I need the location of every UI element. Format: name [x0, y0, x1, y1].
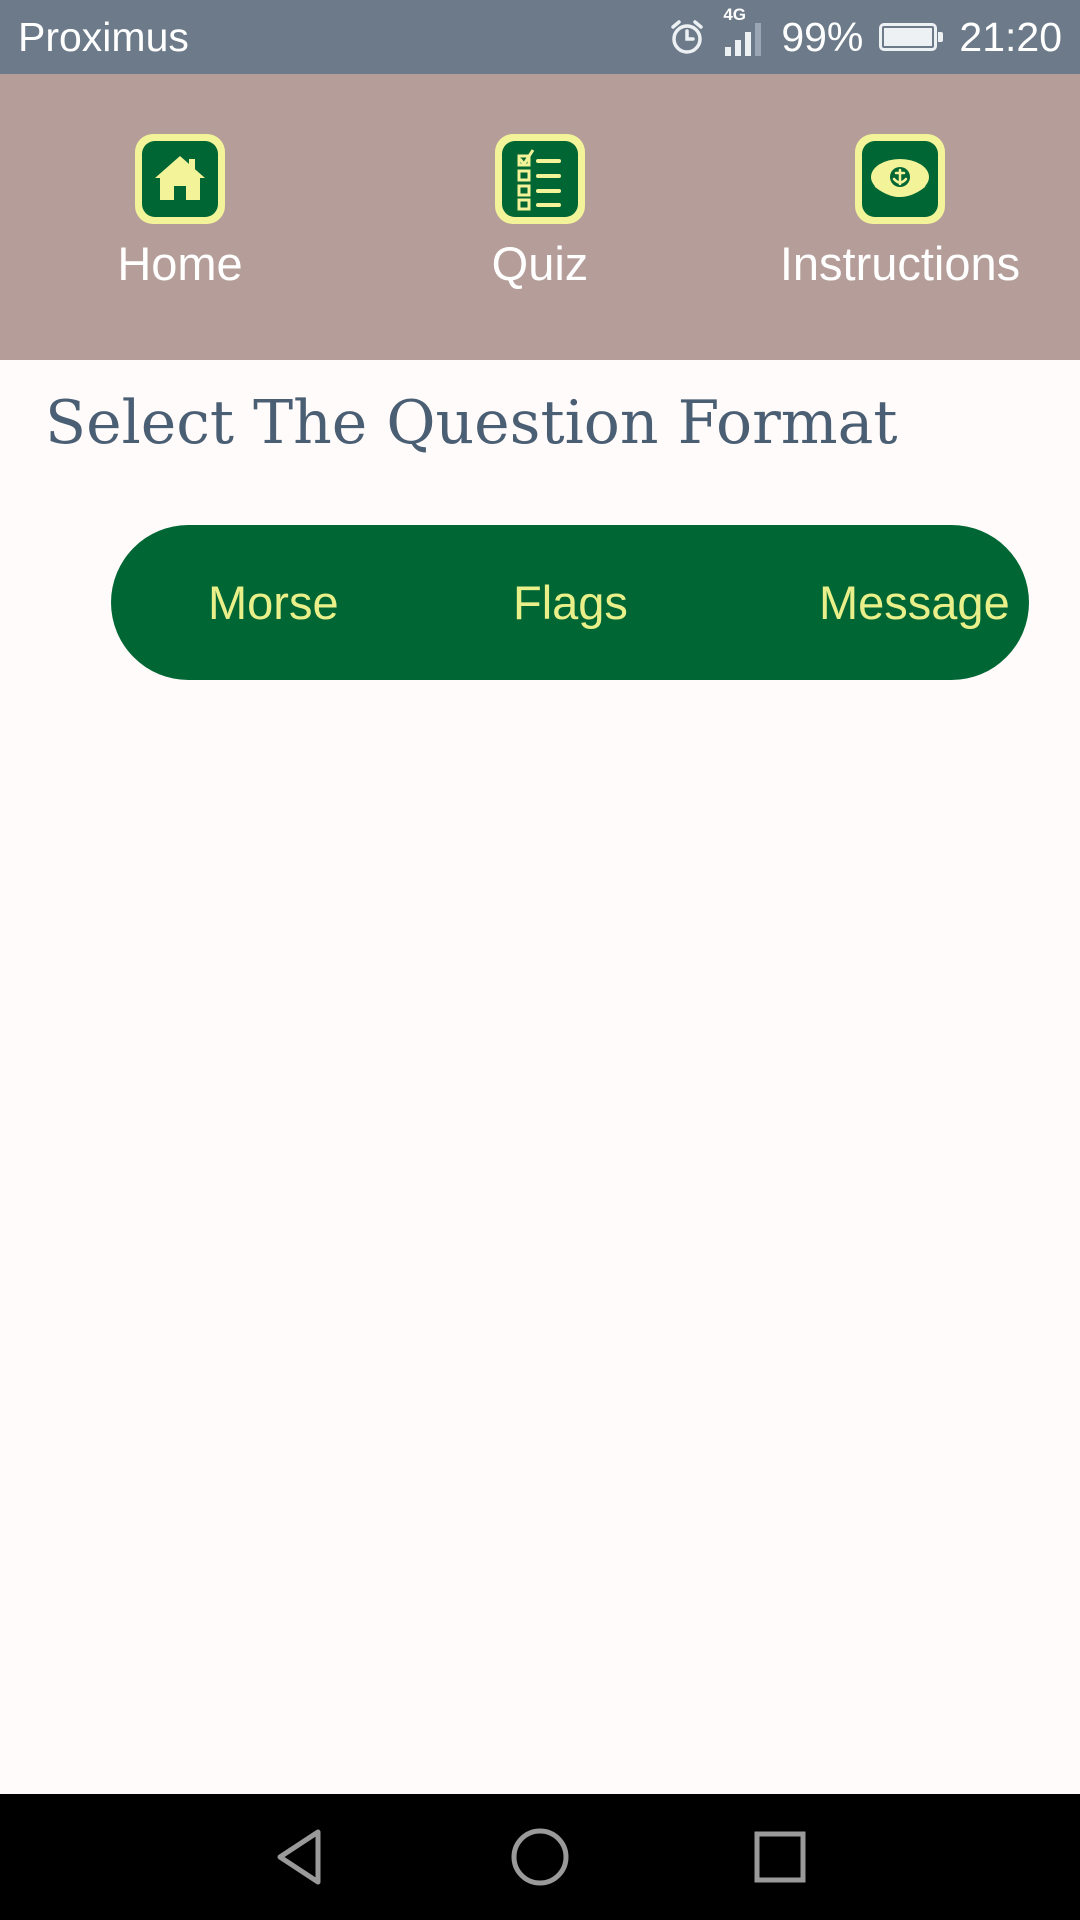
alarm-icon — [667, 17, 707, 57]
back-icon — [277, 1829, 321, 1885]
nav-home[interactable]: Home — [80, 74, 280, 360]
home-circle-icon — [511, 1828, 569, 1886]
recents-button[interactable] — [720, 1794, 840, 1920]
status-bar: Proximus 4G 99% 21:20 — [0, 0, 1080, 74]
home-button[interactable] — [480, 1794, 600, 1920]
nav-instructions-label: Instructions — [779, 237, 1021, 290]
status-icons: 4G 99% 21:20 — [667, 5, 1062, 61]
nav-instructions[interactable]: Instructions — [770, 74, 1030, 360]
system-nav-bar — [0, 1794, 1080, 1920]
nav-quiz-icon-frame — [495, 134, 585, 224]
format-morse-button[interactable]: Morse — [208, 525, 339, 680]
question-format-selector: Morse Flags Message — [111, 525, 1029, 680]
nav-quiz-label: Quiz — [491, 237, 589, 290]
home-icon — [142, 141, 218, 217]
nav-quiz[interactable]: Quiz — [440, 74, 640, 360]
top-nav: Home Quiz Instructions — [0, 74, 1080, 360]
format-flags-button[interactable]: Flags — [513, 525, 628, 680]
nav-home-label: Home — [117, 237, 243, 290]
back-button[interactable] — [240, 1794, 360, 1920]
checklist-icon — [502, 141, 578, 217]
captain-hat-icon — [862, 141, 938, 217]
page-title: Select The Question Format — [45, 388, 898, 458]
network-type: 4G — [723, 5, 747, 24]
nav-instructions-icon-frame — [855, 134, 945, 224]
format-message-button[interactable]: Message — [819, 525, 1010, 680]
battery-icon — [879, 23, 944, 51]
carrier-name: Proximus — [18, 13, 189, 60]
recents-icon — [754, 1831, 806, 1883]
battery-percent: 99% — [781, 13, 864, 60]
signal-icon: 4G — [721, 5, 767, 57]
clock: 21:20 — [959, 13, 1062, 60]
battery-fill — [884, 28, 932, 46]
nav-home-icon-frame — [135, 134, 225, 224]
